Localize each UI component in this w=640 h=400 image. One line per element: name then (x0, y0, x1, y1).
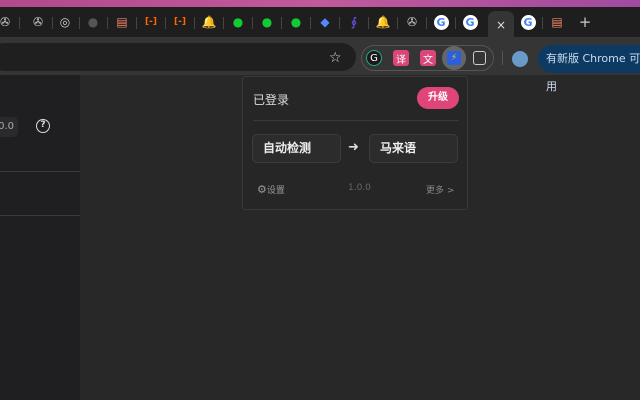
bell-icon: 🔔 (375, 15, 391, 29)
left-panel: 0.0 ? (0, 75, 80, 400)
tab[interactable]: G (461, 13, 479, 31)
upgrade-button[interactable]: 升级 (417, 87, 459, 109)
active-tab[interactable]: × (488, 11, 514, 38)
target-language-select[interactable]: 马来语 (369, 134, 458, 163)
extension-popup: 已登录 升级 自动检测 ➜ 马来语 ⚙设置 1.0.0 更多 > (242, 76, 468, 210)
gear-icon: ⚙ (257, 183, 267, 196)
chrome-icon: ◎ (59, 15, 71, 29)
help-icon[interactable]: ? (36, 119, 50, 133)
wechat-icon: ● (232, 15, 244, 29)
tab[interactable]: [-] (142, 13, 160, 31)
translate-extension-icon-2[interactable]: 文 (420, 50, 436, 66)
tab-separator (19, 17, 20, 29)
settings-label: 设置 (266, 186, 285, 196)
address-bar[interactable] (0, 43, 356, 71)
aliyun-icon: [-] (174, 17, 186, 27)
tab-separator (397, 17, 398, 29)
tab[interactable]: ● (229, 13, 247, 31)
tab-separator (252, 17, 253, 29)
tab[interactable]: ◆ (316, 13, 334, 31)
google-doc-icon: ▤ (551, 15, 563, 29)
google-icon: G (433, 14, 449, 30)
tab-separator (426, 17, 427, 29)
tab-separator (107, 17, 108, 29)
tab-separator (281, 17, 282, 29)
tab[interactable]: [-] (171, 13, 189, 31)
tab-strip: × + ✇ ✇ ◎ ● ▤ [-] [-] 🔔 ● ● ● ◆ ∮ 🔔 ✇ G G G ▤ (0, 7, 640, 38)
tab[interactable]: ▤ (113, 13, 131, 31)
tab-separator (165, 17, 166, 29)
tab-separator (542, 17, 543, 29)
puzzle-extensions-icon[interactable] (473, 51, 486, 65)
active-extension-highlight[interactable]: ⚡ (442, 46, 466, 70)
tab[interactable]: ◎ (56, 13, 74, 31)
popup-version: 1.0.0 (348, 183, 371, 193)
translate-extension-icon[interactable]: 译 (393, 50, 409, 66)
globe-icon: ● (87, 15, 99, 29)
mercedes-icon: ✇ (406, 15, 418, 29)
wechat-icon: ● (261, 15, 273, 29)
google-icon: G (462, 14, 478, 30)
tab[interactable]: ● (258, 13, 276, 31)
tab-separator (52, 17, 53, 29)
tab[interactable]: ▤ (548, 13, 566, 31)
mercedes-icon: ✇ (32, 15, 44, 29)
arrow-right-icon: ➜ (348, 140, 359, 155)
google-icon: G (520, 14, 536, 30)
close-tab-icon[interactable]: × (496, 18, 506, 32)
wechat-icon: ● (290, 15, 302, 29)
window-top-bar (0, 0, 640, 7)
bell-icon: 🔔 (201, 15, 217, 29)
tab[interactable]: 🔔 (200, 13, 218, 31)
settings-link[interactable]: ⚙设置 (257, 183, 285, 196)
google-doc-icon: ▤ (116, 15, 128, 29)
mercedes-icon: ✇ (0, 15, 11, 29)
divider (0, 171, 80, 172)
bookmark-star-icon[interactable]: ☆ (329, 50, 342, 66)
tab-separator (223, 17, 224, 29)
tab[interactable]: G (432, 13, 450, 31)
tab-separator (136, 17, 137, 29)
new-tab-button[interactable]: + (576, 13, 594, 31)
lightning-extension-icon: ⚡ (447, 51, 461, 65)
tab[interactable]: ∮ (345, 13, 363, 31)
more-link[interactable]: 更多 > (426, 183, 454, 196)
tab[interactable]: ✇ (0, 13, 14, 31)
tab[interactable]: ✇ (29, 13, 47, 31)
update-chrome-button[interactable]: 有新版 Chrome 可用 (538, 45, 640, 93)
grammarly-extension-icon[interactable]: G (366, 50, 382, 66)
divider (253, 120, 459, 121)
tab-separator (79, 17, 80, 29)
tab[interactable]: ● (84, 13, 102, 31)
tab[interactable]: 🔔 (374, 13, 392, 31)
tab-separator (194, 17, 195, 29)
profile-avatar[interactable] (512, 51, 528, 67)
divider (0, 215, 80, 216)
aliyun-icon: [-] (145, 17, 157, 27)
tab-separator (310, 17, 311, 29)
diamond-icon: ◆ (320, 15, 330, 29)
toolbar: ☆ G 译 文 ⚡ 有新版 Chrome 可用 (0, 37, 640, 93)
login-status: 已登录 (253, 93, 290, 107)
tab-separator (339, 17, 340, 29)
link-icon: ∮ (350, 15, 358, 29)
tab-separator (455, 17, 456, 29)
tab[interactable]: G (519, 13, 537, 31)
source-language-select[interactable]: 自动检测 (252, 134, 341, 163)
extensions-group: G 译 文 ⚡ (361, 45, 494, 71)
tab[interactable]: ● (287, 13, 305, 31)
toolbar-divider (502, 51, 503, 65)
tab-separator (368, 17, 369, 29)
version-badge: 0.0 (0, 117, 18, 137)
tab[interactable]: ✇ (403, 13, 421, 31)
